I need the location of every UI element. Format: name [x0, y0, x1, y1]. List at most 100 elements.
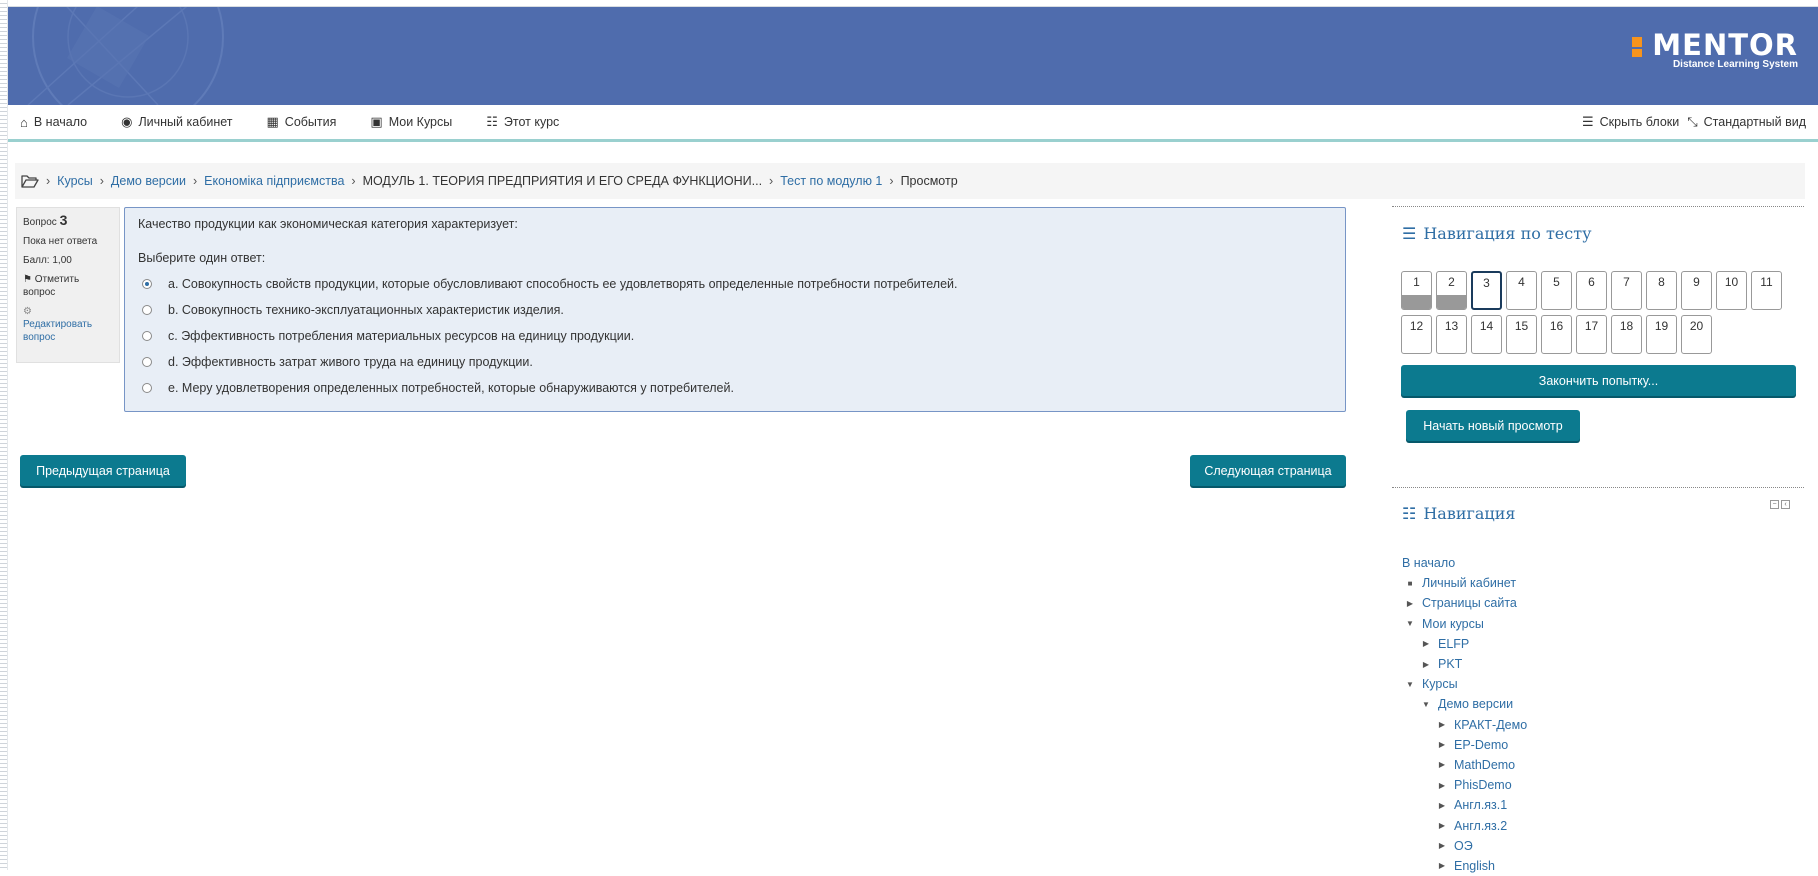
quiz-nav-question[interactable]: 15 [1506, 315, 1537, 354]
caret-right-icon[interactable]: ▶ [1436, 760, 1448, 769]
nav-tree-label[interactable]: ОЭ [1454, 839, 1473, 853]
nav-tree-label[interactable]: MathDemo [1454, 758, 1515, 772]
previous-page-button[interactable]: Предыдущая страница [20, 455, 186, 486]
nav-tree-item[interactable]: ▶ English [1402, 856, 1527, 876]
quiz-nav-question[interactable]: 16 [1541, 315, 1572, 354]
answer-label[interactable]: c. Эффективность потребления материальны… [168, 329, 634, 343]
nav-tree-label[interactable]: Мои курсы [1422, 617, 1484, 631]
breadcrumb-quiz[interactable]: Тест по модулю 1 [780, 174, 882, 188]
quiz-nav-question[interactable]: 11 [1751, 271, 1782, 310]
answer-label[interactable]: d. Эффективность затрат живого труда на … [168, 355, 533, 369]
nav-tree-label[interactable]: Англ.яз.1 [1454, 798, 1507, 812]
nav-home[interactable]: ⌂ В начало [20, 115, 87, 130]
nav-tree-item[interactable]: ▶ Англ.яз.1 [1402, 795, 1527, 815]
quiz-nav-question[interactable]: 8 [1646, 271, 1677, 310]
quiz-nav-question[interactable]: 19 [1646, 315, 1677, 354]
caret-right-icon[interactable]: ▶ [1436, 801, 1448, 810]
nav-tree-item[interactable]: ▼ Мои курсы [1402, 614, 1527, 634]
finish-attempt-button[interactable]: Закончить попытку... [1401, 365, 1796, 396]
nav-events[interactable]: ▦ События [267, 114, 337, 130]
nav-dashboard[interactable]: ◉ Личный кабинет [121, 114, 232, 130]
nav-tree-item[interactable]: ▶ Англ.яз.2 [1402, 815, 1527, 835]
quiz-nav-question[interactable]: 2 [1436, 271, 1467, 310]
edit-question[interactable]: ⚙ Редактировать вопрос [23, 305, 113, 344]
caret-down-icon[interactable]: ▼ [1404, 619, 1416, 628]
nav-tree-item[interactable]: ▶ ELFP [1402, 634, 1527, 654]
answer-option[interactable]: c. Эффективность потребления материальны… [138, 323, 1332, 349]
caret-right-icon[interactable]: ▶ [1436, 821, 1448, 830]
caret-down-icon[interactable]: ▼ [1420, 700, 1432, 709]
quiz-nav-question[interactable]: 13 [1436, 315, 1467, 354]
nav-tree-label[interactable]: КРАКТ-Демо [1454, 718, 1527, 732]
nav-tree-item[interactable]: ▶ Страницы сайта [1402, 593, 1527, 613]
caret-right-icon[interactable]: ▶ [1436, 861, 1448, 870]
answer-radio[interactable] [142, 305, 152, 315]
quiz-nav-question[interactable]: 1 [1401, 271, 1432, 310]
nav-tree-item[interactable]: ▶ КРАКТ-Демо [1402, 715, 1527, 735]
quiz-nav-question[interactable]: 6 [1576, 271, 1607, 310]
quiz-nav-question[interactable]: 20 [1681, 315, 1712, 354]
quiz-nav-question[interactable]: 10 [1716, 271, 1747, 310]
start-new-preview-button[interactable]: Начать новый просмотр [1406, 410, 1580, 441]
quiz-nav-question[interactable]: 18 [1611, 315, 1642, 354]
nav-tree-label[interactable]: PKT [1438, 657, 1462, 671]
caret-right-icon[interactable]: ▶ [1404, 599, 1416, 608]
answer-radio[interactable] [142, 357, 152, 367]
nav-tree-item[interactable]: ▶ EP-Demo [1402, 735, 1527, 755]
nav-tree-label[interactable]: ELFP [1438, 637, 1469, 651]
nav-tree-label[interactable]: В начало [1402, 556, 1455, 570]
answer-option[interactable]: e. Меру удовлетворения определенных потр… [138, 375, 1332, 401]
nav-tree-label[interactable]: Личный кабинет [1422, 576, 1516, 590]
breadcrumb-demo-versions[interactable]: Демо версии [111, 174, 186, 188]
answer-option[interactable]: d. Эффективность затрат живого труда на … [138, 349, 1332, 375]
nav-tree-label[interactable]: Курсы [1422, 677, 1458, 691]
nav-tree-item[interactable]: ▼ Курсы [1402, 674, 1527, 694]
quiz-nav-question[interactable]: 7 [1611, 271, 1642, 310]
answer-radio[interactable] [142, 331, 152, 341]
quiz-nav-question[interactable]: 12 [1401, 315, 1432, 354]
collapse-block-icon[interactable]: − [1770, 500, 1779, 509]
hide-blocks-button[interactable]: ☰ Скрыть блоки [1582, 114, 1679, 130]
nav-my-courses[interactable]: ▣ Мои Курсы [370, 114, 452, 130]
mentor-logo[interactable]: MENTOR Distance Learning System [1632, 31, 1798, 71]
answer-label[interactable]: e. Меру удовлетворения определенных потр… [168, 381, 734, 395]
nav-tree-label[interactable]: Демо версии [1438, 697, 1513, 711]
nav-tree-label[interactable]: English [1454, 859, 1495, 873]
answer-option[interactable]: a. Совокупность свойств продукции, котор… [138, 271, 1332, 297]
nav-tree-label[interactable]: EP-Demo [1454, 738, 1508, 752]
nav-tree-item[interactable]: ■ Личный кабинет [1402, 573, 1527, 593]
nav-tree-label[interactable]: Англ.яз.2 [1454, 819, 1507, 833]
caret-right-icon[interactable]: ▶ [1436, 841, 1448, 850]
standard-view-button[interactable]: ⤡ Стандартный вид [1687, 114, 1806, 130]
quiz-nav-question[interactable]: 9 [1681, 271, 1712, 310]
answer-label[interactable]: b. Совокупность технико-эксплуатационных… [168, 303, 564, 317]
nav-tree-label[interactable]: Страницы сайта [1422, 596, 1517, 610]
quiz-nav-question[interactable]: 5 [1541, 271, 1572, 310]
quiz-nav-question[interactable]: 17 [1576, 315, 1607, 354]
caret-right-icon[interactable]: ▶ [1420, 660, 1432, 669]
quiz-nav-question-current[interactable]: 3 [1471, 271, 1502, 310]
nav-tree-item[interactable]: В начало [1402, 553, 1527, 573]
answer-radio-selected[interactable] [142, 279, 152, 289]
nav-tree-item[interactable]: ▶ ОЭ [1402, 836, 1527, 856]
nav-tree-item[interactable]: ▶ PhisDemo [1402, 775, 1527, 795]
caret-right-icon[interactable]: ▶ [1436, 740, 1448, 749]
caret-down-icon[interactable]: ▼ [1404, 680, 1416, 689]
breadcrumb-courses[interactable]: Курсы [57, 174, 93, 188]
breadcrumb-course[interactable]: Економіка підприємства [204, 174, 344, 188]
nav-tree-item[interactable]: ▶ MathDemo [1402, 755, 1527, 775]
nav-tree-item[interactable]: ▼ Демо версии [1402, 694, 1527, 714]
nav-this-course[interactable]: ☷ Этот курс [486, 114, 559, 130]
next-page-button[interactable]: Следующая страница [1190, 455, 1346, 486]
caret-right-icon[interactable]: ▶ [1436, 720, 1448, 729]
edit-question-link[interactable]: Редактировать вопрос [23, 319, 92, 343]
answer-option[interactable]: b. Совокупность технико-эксплуатационных… [138, 297, 1332, 323]
quiz-nav-question[interactable]: 14 [1471, 315, 1502, 354]
quiz-nav-question[interactable]: 4 [1506, 271, 1537, 310]
answer-radio[interactable] [142, 383, 152, 393]
flag-question[interactable]: ⚑ Отметить вопрос [23, 273, 113, 299]
caret-right-icon[interactable]: ▶ [1420, 639, 1432, 648]
answer-label[interactable]: a. Совокупность свойств продукции, котор… [168, 277, 958, 291]
nav-tree-item[interactable]: ▶ PKT [1402, 654, 1527, 674]
nav-tree-label[interactable]: PhisDemo [1454, 778, 1512, 792]
